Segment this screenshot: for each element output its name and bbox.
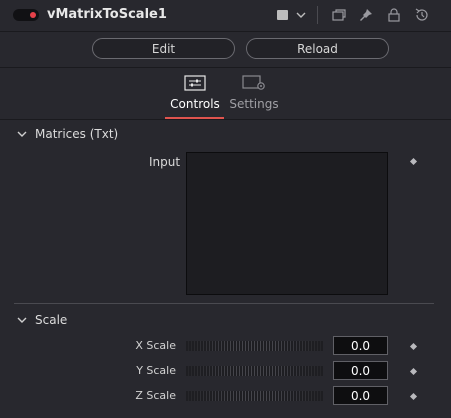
power-dot <box>30 12 36 18</box>
reset-icon[interactable] <box>414 7 430 23</box>
tab-settings-label: Settings <box>229 97 279 111</box>
power-toggle[interactable] <box>13 9 39 21</box>
chevron-down-icon[interactable] <box>294 8 308 22</box>
y-scale-label: Y Scale <box>136 364 176 377</box>
keyframe-diamond-icon[interactable] <box>409 157 418 166</box>
z-scale-slider[interactable] <box>186 391 323 401</box>
header-divider <box>0 31 451 32</box>
section-title-scale[interactable]: Scale <box>35 313 67 327</box>
header-separator <box>317 6 318 24</box>
toolbar-divider <box>0 67 451 68</box>
sliders-icon <box>184 75 206 91</box>
tab-controls[interactable]: Controls <box>165 75 225 111</box>
input-text-box[interactable] <box>186 152 388 295</box>
pin-icon[interactable] <box>358 7 374 23</box>
x-scale-slider[interactable] <box>186 341 323 351</box>
y-scale-input[interactable]: 0.0 <box>333 361 388 380</box>
x-scale-input[interactable]: 0.0 <box>333 336 388 355</box>
lock-icon[interactable] <box>386 7 402 23</box>
tabs-divider <box>0 119 451 120</box>
settings-icon <box>242 75 265 90</box>
z-scale-label: Z Scale <box>135 389 176 402</box>
tool-name: vMatrixToScale1 <box>47 7 167 22</box>
y-scale-slider[interactable] <box>186 366 323 376</box>
section-title-matrices[interactable]: Matrices (Txt) <box>35 127 118 141</box>
reload-button[interactable]: Reload <box>246 38 389 59</box>
tab-settings[interactable]: Settings <box>224 75 284 111</box>
section-divider <box>14 303 434 304</box>
keyframe-diamond-icon[interactable] <box>409 392 418 401</box>
windows-icon[interactable] <box>331 7 347 23</box>
x-scale-label: X Scale <box>135 339 176 352</box>
input-label: Input <box>149 155 181 169</box>
keyframe-diamond-icon[interactable] <box>409 367 418 376</box>
z-scale-input[interactable]: 0.0 <box>333 386 388 405</box>
collapse-caret-icon[interactable] <box>16 314 28 326</box>
tab-controls-label: Controls <box>170 97 220 111</box>
collapse-caret-icon[interactable] <box>16 128 28 140</box>
edit-button[interactable]: Edit <box>92 38 235 59</box>
keyframe-diamond-icon[interactable] <box>409 342 418 351</box>
color-swatch[interactable] <box>277 10 288 20</box>
